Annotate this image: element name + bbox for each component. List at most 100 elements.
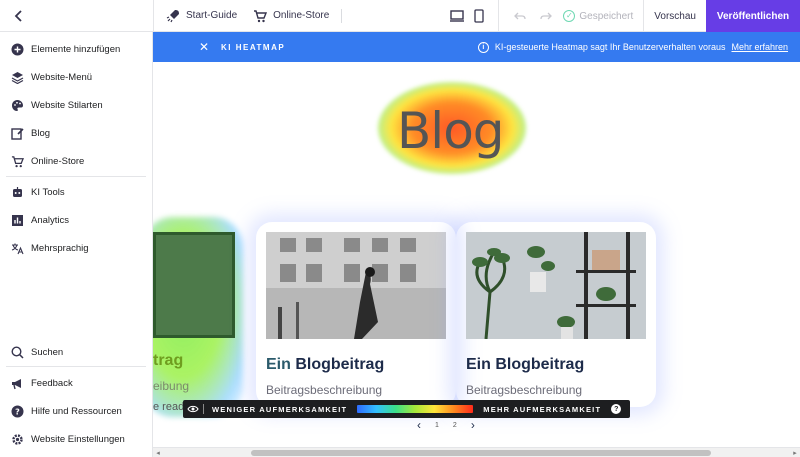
page-1[interactable]: 1 bbox=[435, 422, 439, 429]
blog-card-title-rest: Blogbeitrag bbox=[290, 356, 385, 373]
blog-card[interactable]: Ein Blogbeitrag Beitragsbeschreibung bbox=[266, 232, 446, 397]
sidebar-item-styles[interactable]: Website Stilarten bbox=[0, 93, 152, 117]
sidebar-item-label: Blog bbox=[31, 127, 51, 139]
sidebar-divider bbox=[6, 176, 146, 177]
sidebar-item-multilingual[interactable]: Mehrsprachig bbox=[0, 236, 152, 260]
sidebar-item-label: KI Tools bbox=[31, 186, 65, 198]
sidebar-item-feedback[interactable]: Feedback bbox=[0, 371, 152, 395]
website-builder: Start-Guide Online-Store ✓ Gespeichert V… bbox=[0, 0, 800, 457]
desktop-view-button[interactable] bbox=[446, 0, 468, 32]
heatmap-tag: KI HEATMAP bbox=[221, 42, 286, 52]
top-toolbar: Start-Guide Online-Store ✓ Gespeichert V… bbox=[0, 0, 800, 32]
page-title[interactable]: Blog bbox=[397, 102, 505, 160]
palette-icon bbox=[11, 99, 24, 112]
sidebar-item-label: Website Einstellungen bbox=[31, 433, 125, 445]
blog-card-description: eibung bbox=[153, 379, 190, 393]
toolbar-divider bbox=[153, 0, 154, 32]
blog-card-image bbox=[266, 232, 446, 339]
robot-icon bbox=[11, 186, 24, 199]
undo-button[interactable] bbox=[507, 0, 533, 32]
prev-page-icon[interactable]: ‹ bbox=[417, 418, 421, 432]
svg-text:?: ? bbox=[15, 407, 20, 416]
eye-icon[interactable] bbox=[183, 405, 203, 413]
save-status-label: Gespeichert bbox=[579, 10, 634, 22]
cart-icon bbox=[11, 155, 24, 168]
gear-icon bbox=[11, 433, 24, 446]
save-status: ✓ Gespeichert bbox=[559, 10, 643, 22]
scrollbar-thumb[interactable] bbox=[251, 450, 711, 456]
blog-card-image[interactable] bbox=[153, 232, 235, 338]
next-page-icon[interactable]: › bbox=[471, 418, 475, 432]
mobile-icon bbox=[474, 9, 485, 23]
publish-label: Veröffentlichen bbox=[716, 10, 790, 22]
sidebar-item-ai-tools[interactable]: KI Tools bbox=[0, 180, 152, 204]
legend-more-label: MEHR AUFMERKSAMKEIT bbox=[483, 404, 602, 414]
undo-icon bbox=[514, 12, 527, 20]
heatmap-banner: ✕ KI HEATMAP i KI-gesteuerte Heatmap sag… bbox=[153, 32, 800, 62]
help-icon[interactable]: ? bbox=[611, 404, 622, 414]
toolbar-right: ✓ Gespeichert Vorschau Veröffentlichen bbox=[446, 0, 800, 32]
blog-card[interactable]: Ein Blogbeitrag Beitragsbeschreibung bbox=[466, 232, 646, 397]
desktop-icon bbox=[450, 10, 465, 22]
redo-button[interactable] bbox=[533, 0, 559, 32]
blog-card-title[interactable]: trag bbox=[153, 352, 183, 370]
online-store-button[interactable]: Online-Store bbox=[245, 0, 337, 32]
mobile-view-button[interactable] bbox=[468, 0, 490, 32]
sidebar-item-label: Website-Menü bbox=[31, 71, 93, 83]
redo-icon bbox=[540, 12, 553, 20]
sidebar-item-label: Online-Store bbox=[31, 155, 85, 167]
publish-button[interactable]: Veröffentlichen bbox=[706, 0, 800, 32]
start-guide-button[interactable]: Start-Guide bbox=[158, 0, 245, 32]
preview-button[interactable]: Vorschau bbox=[643, 0, 706, 32]
pagination: ‹ 1 2 › bbox=[417, 418, 475, 432]
learn-more-link[interactable]: Mehr erfahren bbox=[731, 42, 788, 52]
layers-icon bbox=[11, 71, 24, 84]
page-canvas[interactable]: ✕ KI HEATMAP i KI-gesteuerte Heatmap sag… bbox=[153, 32, 800, 457]
megaphone-icon bbox=[11, 377, 24, 390]
blog-card-read-more[interactable]: e read bbox=[153, 401, 184, 413]
sidebar-item-analytics[interactable]: Analytics bbox=[0, 208, 152, 232]
scroll-right-icon[interactable]: ▸ bbox=[790, 448, 800, 457]
help-icon: ? bbox=[11, 405, 24, 418]
cart-icon bbox=[253, 9, 268, 23]
chevron-left-icon bbox=[14, 9, 22, 22]
toolbar-divider bbox=[341, 8, 343, 23]
sidebar-item-search[interactable]: Suchen bbox=[0, 340, 152, 364]
translate-icon bbox=[11, 242, 24, 255]
legend-gradient bbox=[357, 405, 474, 413]
heatmap-legend: WENIGER AUFMERKSAMKEIT MEHR AUFMERKSAMKE… bbox=[183, 400, 630, 418]
horizontal-scrollbar[interactable]: ◂ ▸ bbox=[153, 447, 800, 457]
check-circle-icon: ✓ bbox=[563, 10, 576, 22]
sidebar-item-label: Feedback bbox=[31, 377, 73, 389]
sidebar-item-blog[interactable]: Blog bbox=[0, 121, 152, 145]
info-icon: i bbox=[477, 41, 489, 53]
toolbar-divider bbox=[498, 0, 500, 32]
sidebar-item-add-elements[interactable]: Elemente hinzufügen bbox=[0, 37, 152, 61]
sidebar-item-label: Mehrsprachig bbox=[31, 242, 89, 254]
blog-card-description: Beitragsbeschreibung bbox=[266, 383, 383, 397]
sidebar-item-settings[interactable]: Website Einstellungen bbox=[0, 427, 152, 451]
heatmap-info-text: KI-gesteuerte Heatmap sagt Ihr Benutzerv… bbox=[494, 42, 726, 52]
heatmap-info: i KI-gesteuerte Heatmap sagt Ihr Benutze… bbox=[477, 32, 788, 62]
back-button[interactable] bbox=[0, 0, 38, 32]
sidebar-item-help[interactable]: ? Hilfe und Ressourcen bbox=[0, 399, 152, 423]
sidebar-item-label: Suchen bbox=[31, 346, 64, 358]
rocket-icon bbox=[166, 9, 180, 23]
sidebar-item-label: Hilfe und Ressourcen bbox=[31, 405, 122, 417]
blog-card-image bbox=[466, 232, 646, 340]
blog-card-title: Ein Blogbeitrag bbox=[466, 356, 646, 374]
blog-card-title-rest: Blogbeitrag bbox=[490, 356, 585, 373]
blog-card-title-prefix: Ein bbox=[266, 356, 291, 373]
blog-card-title-prefix: Ein bbox=[466, 356, 491, 373]
online-store-label: Online-Store bbox=[273, 10, 330, 21]
sidebar-item-label: Analytics bbox=[31, 214, 70, 226]
legend-divider bbox=[203, 404, 204, 414]
scroll-left-icon[interactable]: ◂ bbox=[153, 448, 163, 457]
page-2[interactable]: 2 bbox=[453, 422, 457, 429]
close-icon[interactable]: ✕ bbox=[197, 40, 211, 54]
sidebar: Elemente hinzufügen Website-Menü Website… bbox=[0, 32, 153, 457]
start-guide-label: Start-Guide bbox=[186, 10, 238, 21]
sidebar-item-website-menu[interactable]: Website-Menü bbox=[0, 65, 152, 89]
sidebar-item-online-store[interactable]: Online-Store bbox=[0, 149, 152, 173]
search-icon bbox=[11, 345, 24, 359]
